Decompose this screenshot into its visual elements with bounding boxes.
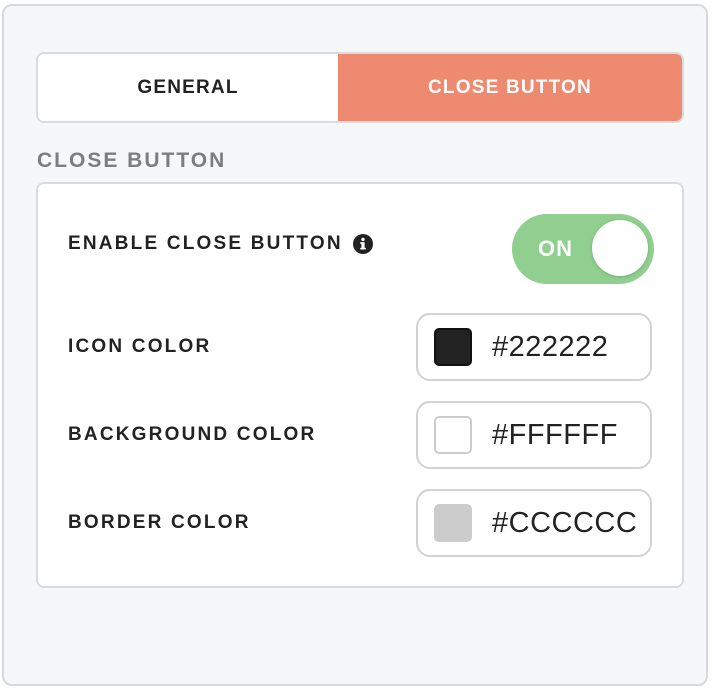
toggle-state-text: ON — [538, 236, 573, 261]
background-color-swatch[interactable] — [434, 416, 472, 454]
toggle-knob — [592, 220, 648, 276]
border-color-label: BORDER COLOR — [68, 512, 251, 533]
background-color-label: BACKGROUND COLOR — [68, 424, 317, 445]
icon-color-value: #222222 — [492, 330, 609, 363]
border-color-field[interactable]: #CCCCCC — [416, 489, 652, 557]
section-title: CLOSE BUTTON — [37, 149, 227, 172]
icon-color-swatch[interactable] — [434, 328, 472, 366]
tab-bar: GENERAL CLOSE BUTTON — [36, 52, 684, 123]
close-button-settings-card: ENABLE CLOSE BUTTON ON ICON COLOR #22222… — [36, 182, 684, 588]
background-color-field[interactable]: #FFFFFF — [416, 401, 652, 469]
enable-close-button-label-row: ENABLE CLOSE BUTTON — [68, 232, 373, 256]
background-color-value: #FFFFFF — [492, 418, 618, 451]
enable-close-button-toggle[interactable]: ON — [512, 214, 654, 284]
border-color-swatch[interactable] — [434, 504, 472, 542]
tab-general[interactable]: GENERAL — [38, 54, 338, 121]
info-icon[interactable] — [352, 234, 373, 254]
icon-color-label: ICON COLOR — [68, 336, 212, 357]
tab-close-button[interactable]: CLOSE BUTTON — [338, 54, 682, 121]
settings-panel: GENERAL CLOSE BUTTON CLOSE BUTTON ENABLE… — [2, 4, 708, 686]
border-color-value: #CCCCCC — [492, 506, 638, 539]
icon-color-field[interactable]: #222222 — [416, 313, 652, 381]
enable-close-button-label: ENABLE CLOSE BUTTON — [68, 233, 343, 254]
